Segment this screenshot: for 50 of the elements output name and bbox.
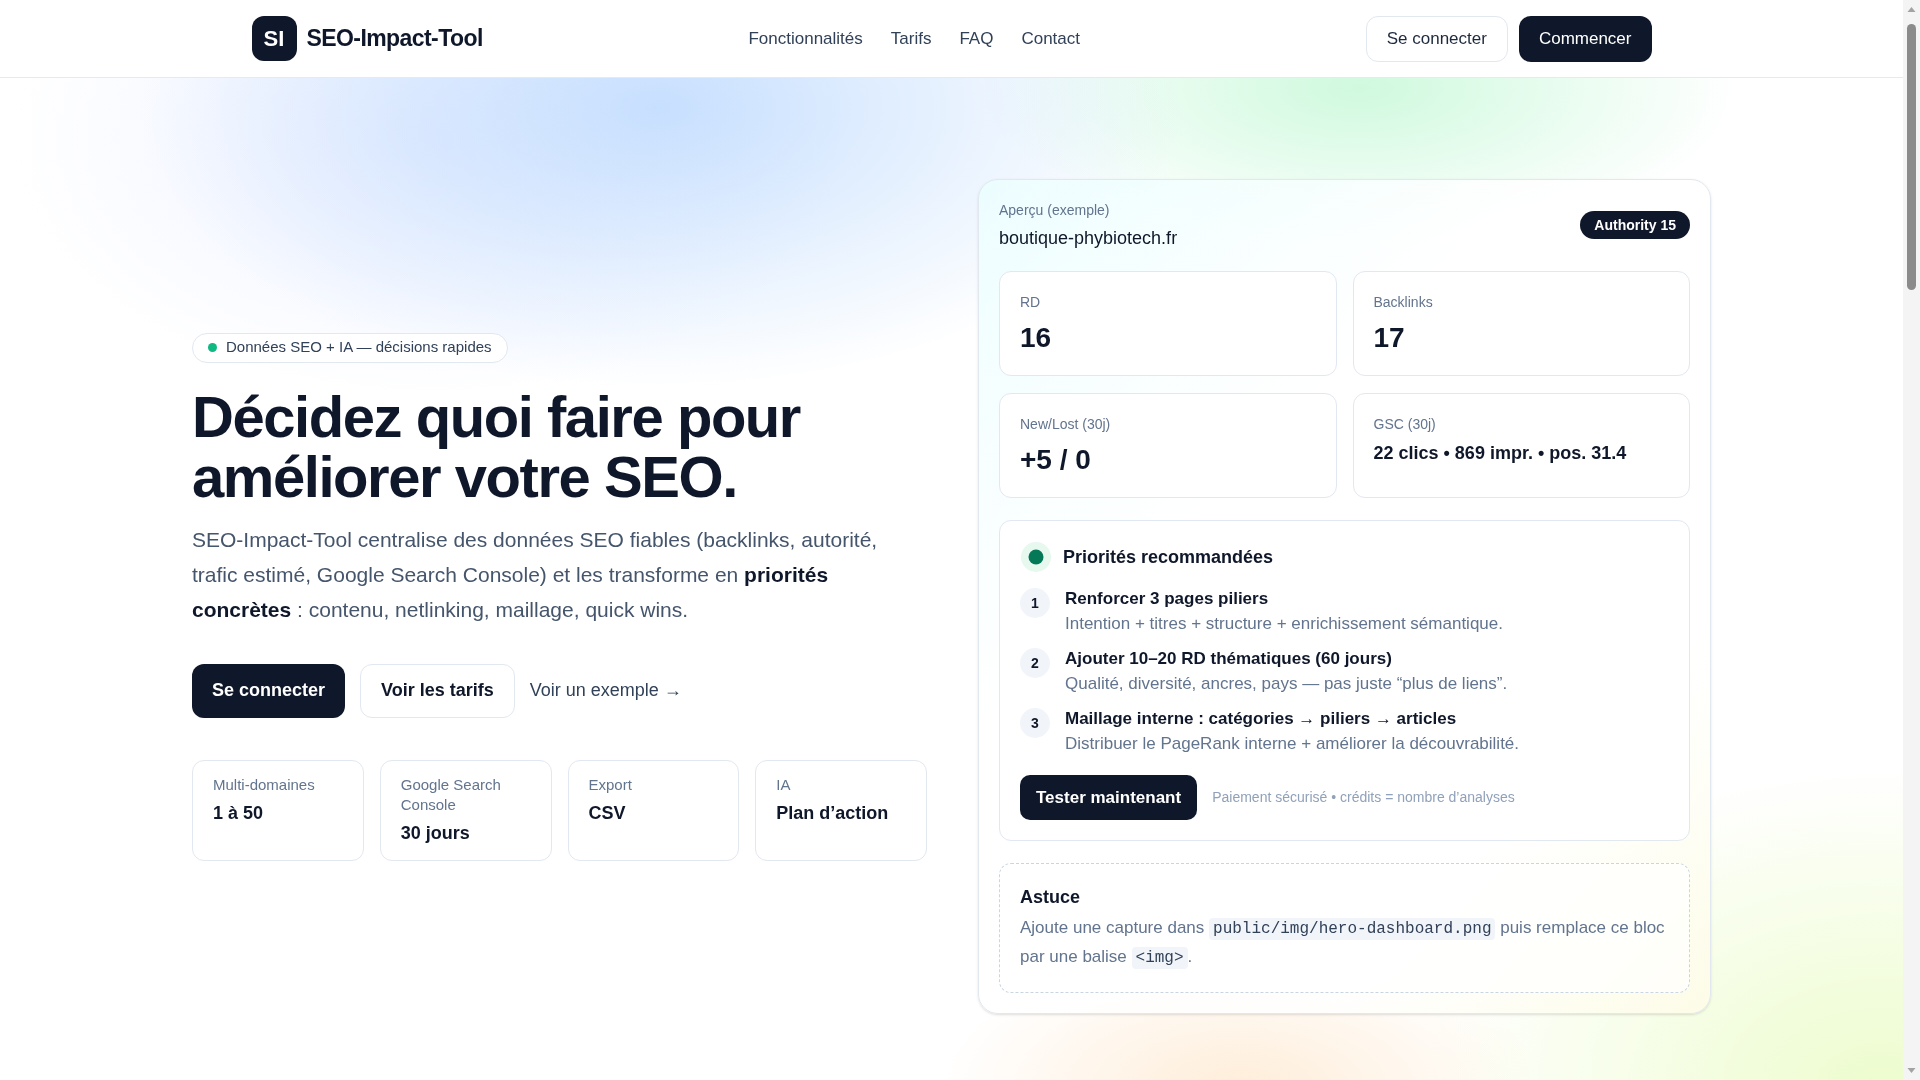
payment-note: Paiement sécurisé • crédits = nombre d’analyses: [1212, 788, 1515, 807]
scrollbar[interactable]: [1903, 0, 1920, 1080]
metric-label: RD: [1020, 293, 1042, 312]
step-detail: Intention + titres + structure + enrichissement sémantique.: [1065, 613, 1503, 635]
example-link[interactable]: Voir un exemple →: [529, 663, 682, 718]
metric-value: 22 clics • 869 impr. • pos. 31.4: [1373, 442, 1628, 465]
feature-value: 1 à 50: [213, 801, 265, 825]
feature-label: Google Search Console: [400, 774, 502, 815]
status-dot-icon: [208, 343, 217, 352]
feature-label: IA: [776, 774, 792, 795]
step-title: Ajouter 10–20 RD thématiques (60 jours): [1065, 648, 1393, 670]
nav-link[interactable]: FAQ: [959, 25, 994, 52]
logo-mark[interactable]: SI: [251, 16, 297, 61]
feature-value: 30 jours: [400, 821, 471, 845]
feature-value: Plan d’action: [776, 801, 890, 825]
primary-button[interactable]: Commencer: [1518, 15, 1652, 62]
hero-description: SEO-Impact-Tool centralise des données SEO fiables (backlinks, autorité, trafic estimé, Google Search Console) et les transforme en priorités concrètes : contenu, netlinking, maillage, quick wins.: [192, 526, 879, 623]
feature-value: CSV: [588, 801, 627, 825]
metric-label: New/Lost (30j): [1020, 415, 1112, 434]
feature-label: Multi-domaines: [213, 774, 316, 795]
nav-link[interactable]: Contact: [1021, 25, 1080, 52]
tagline-text: Données SEO + IA — décisions rapides: [226, 337, 492, 358]
tip-text: Ajoute une capture dans public/img/hero-dashboard.png puis remplace ce bloc par une balise <img> .: [1020, 917, 1666, 971]
nav-link[interactable]: Tarifs: [890, 25, 932, 52]
nav-link[interactable]: Fonctionnalités: [748, 25, 863, 52]
priorities-title: Priorités recommandées: [1063, 545, 1274, 569]
domain-name: boutique-phybiotech.fr: [999, 227, 1178, 250]
brand-name[interactable]: SEO-Impact-Tool: [306, 21, 483, 56]
step-detail: Distribuer le PageRank interne + améliorer la découvrabilité.: [1065, 733, 1520, 755]
step-number: 2: [1020, 648, 1050, 678]
preview-eyebrow: Aperçu (exemple): [999, 201, 1111, 220]
secondary-button[interactable]: Voir les tarifs: [360, 663, 515, 718]
secondary-button[interactable]: Se connecter: [1365, 15, 1508, 62]
metric-label: GSC (30j): [1373, 415, 1437, 434]
test-button[interactable]: Tester maintenant: [1020, 775, 1198, 820]
hero-headline: Décidez quoi faire pour améliorer votre SEO.: [192, 386, 802, 507]
authority-tag: Authority 15: [1580, 211, 1690, 239]
step-detail: Qualité, diversité, ancres, pays — pas juste “plus de liens”.: [1065, 673, 1508, 695]
metric-label: Backlinks: [1373, 293, 1434, 312]
step-number: 1: [1020, 588, 1050, 618]
step-number: 3: [1020, 708, 1050, 738]
step-title: Maillage interne : catégories → piliers → articles: [1065, 708, 1458, 730]
priority-dot-icon: [1021, 542, 1051, 572]
metric-value: +5 / 0: [1020, 443, 1092, 477]
primary-button[interactable]: Se connecter: [192, 663, 346, 718]
step-title: Renforcer 3 pages piliers: [1065, 588, 1270, 610]
tip-title: Astuce: [1020, 886, 1082, 909]
feature-label: Export: [588, 774, 633, 795]
metric-value: 16: [1020, 321, 1053, 355]
metric-value: 17: [1373, 321, 1406, 355]
